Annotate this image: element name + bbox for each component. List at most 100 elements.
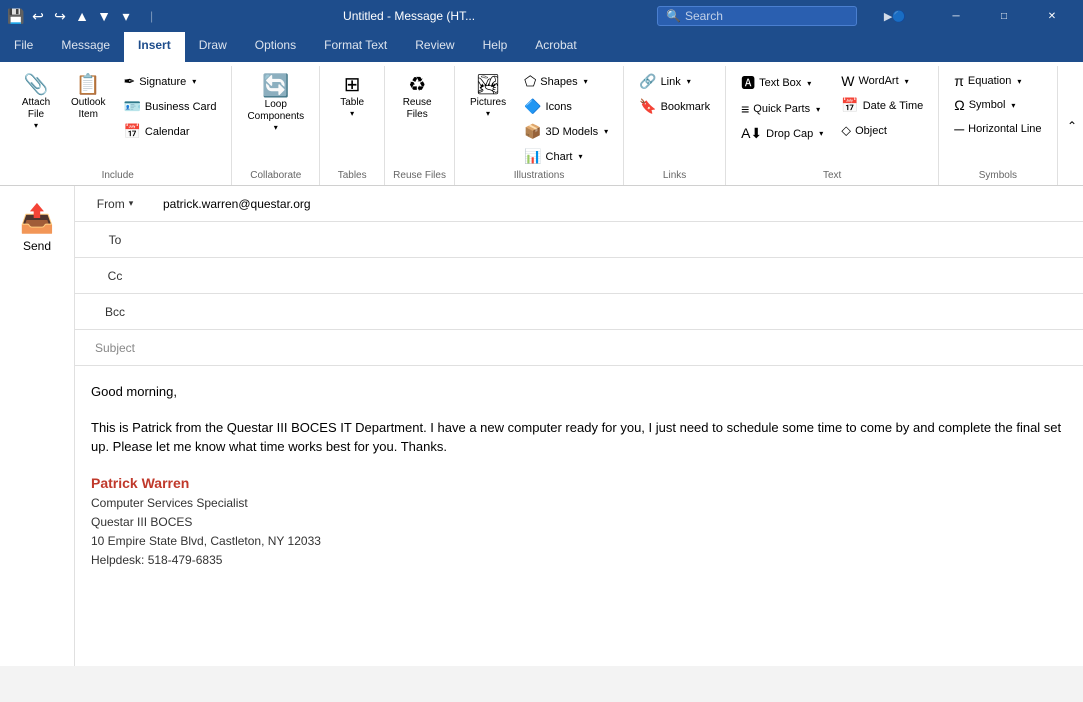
email-body[interactable]: Good morning, This is Patrick from the Q… bbox=[75, 366, 1083, 666]
ribbon-group-tables: ⊞ Table ▾ Tables bbox=[320, 66, 385, 185]
subject-row: Subject bbox=[75, 330, 1083, 366]
shapes-button[interactable]: ⬠ Shapes ▾ bbox=[517, 70, 615, 93]
drop-cap-button[interactable]: A⬇ Drop Cap ▾ bbox=[734, 122, 830, 145]
text-small-col1: 🅰 Text Box ▾ ≡ Quick Parts ▾ A⬇ Drop Cap… bbox=[734, 70, 830, 145]
tab-help[interactable]: Help bbox=[469, 32, 522, 62]
drop-cap-icon: A⬇ bbox=[741, 125, 762, 142]
include-items: 📎 Attach File ▾ 📋 Outlook Item ✒ Signatu… bbox=[12, 66, 223, 168]
reuse-icon: ♻ bbox=[408, 75, 426, 95]
tab-options[interactable]: Options bbox=[241, 32, 310, 62]
text-box-button[interactable]: 🅰 Text Box ▾ bbox=[734, 70, 830, 96]
undo-icon[interactable]: ↩ bbox=[30, 8, 46, 24]
user-profile[interactable]: ▶🔵 bbox=[865, 10, 925, 23]
symbol-button[interactable]: Ω Symbol ▾ bbox=[947, 94, 1048, 116]
link-icon: 🔗 bbox=[639, 73, 656, 90]
ribbon-group-collaborate: 🔄 Loop Components ▾ Collaborate bbox=[232, 66, 320, 185]
symbol-arrow: ▾ bbox=[1011, 101, 1015, 110]
window-controls: ─ □ ✕ bbox=[933, 0, 1075, 32]
ribbon-collapse-button[interactable]: ⌃ bbox=[1065, 66, 1079, 185]
send-button[interactable]: 📤 Send bbox=[12, 194, 63, 261]
from-button[interactable]: From ▾ bbox=[75, 191, 155, 217]
equation-icon: π bbox=[954, 73, 964, 89]
collaborate-group-label: Collaborate bbox=[240, 168, 311, 185]
bcc-input[interactable] bbox=[155, 299, 1083, 325]
minimize-button[interactable]: ─ bbox=[933, 0, 979, 32]
include-group-label: Include bbox=[12, 168, 223, 185]
object-button[interactable]: ⬦ Object bbox=[834, 119, 930, 142]
equation-arrow: ▾ bbox=[1017, 77, 1021, 86]
titlebar: 💾 ↩ ↪ ▲ ▼ ▾ | Untitled - Message (HT... … bbox=[0, 0, 1083, 32]
from-input[interactable] bbox=[155, 191, 1083, 217]
link-button[interactable]: 🔗 Link ▾ bbox=[632, 70, 717, 93]
ribbon-group-illustrations: 🏞 Pictures ▾ ⬠ Shapes ▾ 🔷 Icons 📦 3D Mod… bbox=[455, 66, 624, 185]
symbols-items: π Equation ▾ Ω Symbol ▾ ─ Horizontal Lin… bbox=[947, 66, 1048, 168]
business-card-icon: 🪪 bbox=[123, 98, 140, 115]
3d-arrow: ▾ bbox=[604, 127, 608, 136]
tables-items: ⊞ Table ▾ bbox=[328, 66, 376, 168]
calendar-button[interactable]: 📅 Calendar bbox=[116, 120, 196, 143]
save-icon[interactable]: 💾 bbox=[8, 8, 24, 24]
attach-file-button[interactable]: 📎 Attach File ▾ bbox=[12, 70, 60, 135]
loop-icon: 🔄 bbox=[262, 75, 289, 97]
maximize-button[interactable]: □ bbox=[981, 0, 1027, 32]
cc-row: Cc bbox=[75, 258, 1083, 294]
symbols-small: π Equation ▾ Ω Symbol ▾ ─ Horizontal Lin… bbox=[947, 70, 1048, 140]
quick-parts-button[interactable]: ≡ Quick Parts ▾ bbox=[734, 98, 830, 120]
body-paragraph: This is Patrick from the Questar III BOC… bbox=[91, 418, 1067, 457]
bookmark-button[interactable]: 🔖 Bookmark bbox=[632, 95, 717, 118]
signature-org: Questar III BOCES bbox=[91, 513, 1067, 532]
up-icon[interactable]: ▲ bbox=[74, 8, 90, 24]
signature-title: Computer Services Specialist bbox=[91, 494, 1067, 513]
pictures-button[interactable]: 🏞 Pictures ▾ bbox=[463, 70, 513, 123]
ribbon-group-reuse: ♻ Reuse Files Reuse Files bbox=[385, 66, 455, 185]
down-icon[interactable]: ▼ bbox=[96, 8, 112, 24]
tab-review[interactable]: Review bbox=[401, 32, 468, 62]
from-label: From bbox=[97, 197, 125, 211]
3d-models-button[interactable]: 📦 3D Models ▾ bbox=[517, 120, 615, 143]
include-small-buttons: ✒ Signature ▾ 🪪 Business Card 📅 Calendar bbox=[116, 70, 223, 143]
signature-button[interactable]: ✒ Signature ▾ bbox=[116, 70, 203, 93]
shapes-arrow: ▾ bbox=[584, 77, 588, 86]
tab-format-text[interactable]: Format Text bbox=[310, 32, 401, 62]
loop-components-button[interactable]: 🔄 Loop Components ▾ bbox=[240, 70, 311, 137]
redo-icon[interactable]: ↪ bbox=[52, 8, 68, 24]
subject-input[interactable] bbox=[155, 335, 1083, 361]
cc-button[interactable]: Cc bbox=[75, 263, 155, 289]
equation-button[interactable]: π Equation ▾ bbox=[947, 70, 1048, 92]
symbols-group-label: Symbols bbox=[947, 168, 1048, 185]
chart-button[interactable]: 📊 Chart ▾ bbox=[517, 145, 615, 168]
table-icon: ⊞ bbox=[344, 75, 361, 95]
cc-label: Cc bbox=[108, 269, 123, 283]
tab-acrobat[interactable]: Acrobat bbox=[521, 32, 590, 62]
text-box-icon: 🅰 bbox=[741, 73, 755, 93]
signature-helpdesk: Helpdesk: 518-479-6835 bbox=[91, 551, 1067, 570]
horizontal-line-button[interactable]: ─ Horizontal Line bbox=[947, 118, 1048, 140]
reuse-files-button[interactable]: ♻ Reuse Files bbox=[393, 70, 441, 126]
search-box[interactable]: 🔍 bbox=[657, 6, 857, 26]
bcc-button[interactable]: Bcc bbox=[75, 299, 155, 325]
wordart-button[interactable]: W WordArt ▾ bbox=[834, 70, 930, 92]
collaborate-items: 🔄 Loop Components ▾ bbox=[240, 66, 311, 168]
ribbon-group-links: 🔗 Link ▾ 🔖 Bookmark Links bbox=[624, 66, 726, 185]
attach-icon: 📎 bbox=[24, 75, 49, 95]
tab-message[interactable]: Message bbox=[47, 32, 124, 62]
tab-draw[interactable]: Draw bbox=[185, 32, 241, 62]
to-button[interactable]: To bbox=[75, 227, 155, 253]
cc-input[interactable] bbox=[155, 263, 1083, 289]
text-small-col2: W WordArt ▾ 📅 Date & Time ⬦ Object bbox=[834, 70, 930, 142]
to-input[interactable] bbox=[155, 227, 1083, 253]
business-card-button[interactable]: 🪪 Business Card bbox=[116, 95, 223, 118]
icons-button[interactable]: 🔷 Icons bbox=[517, 95, 615, 118]
greeting-text: Good morning, bbox=[91, 382, 1067, 402]
chart-icon: 📊 bbox=[524, 148, 541, 165]
from-dropdown-arrow: ▾ bbox=[129, 198, 134, 209]
close-button[interactable]: ✕ bbox=[1029, 0, 1075, 32]
search-input[interactable] bbox=[685, 9, 848, 23]
more-options-icon[interactable]: ▾ bbox=[118, 8, 134, 24]
date-time-button[interactable]: 📅 Date & Time bbox=[834, 94, 930, 117]
date-time-icon: 📅 bbox=[841, 97, 858, 114]
table-button[interactable]: ⊞ Table ▾ bbox=[328, 70, 376, 123]
tab-file[interactable]: File bbox=[0, 32, 47, 62]
tab-insert[interactable]: Insert bbox=[124, 32, 185, 62]
outlook-item-button[interactable]: 📋 Outlook Item bbox=[64, 70, 112, 126]
